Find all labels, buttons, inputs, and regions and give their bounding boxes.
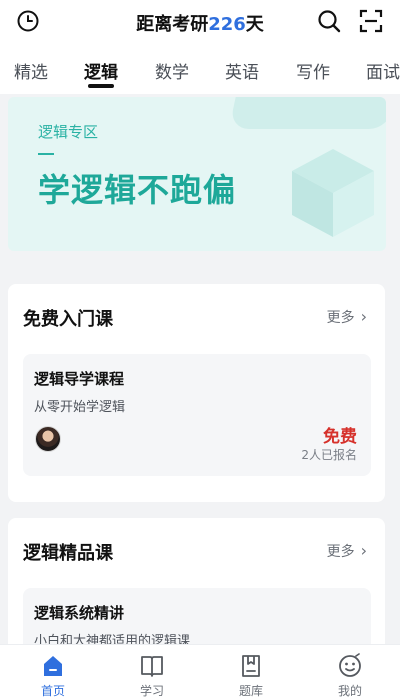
tab-math[interactable]: 数学: [155, 58, 189, 83]
teacher-avatar: [35, 426, 61, 452]
more-label: 更多: [326, 310, 355, 326]
scan-icon[interactable]: [358, 8, 384, 34]
nav-study[interactable]: 学习: [122, 645, 182, 700]
tab-writing[interactable]: 写作: [296, 58, 330, 83]
subject-tabs: 精选 逻辑 数学 英语 写作 面试: [0, 44, 400, 94]
countdown-days: 226: [208, 14, 246, 35]
active-tab-indicator: [88, 84, 114, 88]
section-title: 免费入门课: [23, 309, 113, 330]
banner-divider: [38, 153, 54, 155]
countdown-prefix: 距离考研: [136, 14, 209, 35]
question-bank-icon: [242, 655, 260, 677]
course-title: 逻辑导学课程: [34, 370, 125, 388]
course-title: 逻辑系统精讲: [34, 604, 125, 622]
tab-english[interactable]: 英语: [225, 58, 259, 83]
free-courses-section: 免费入门课 更多 › 逻辑导学课程 从零开始学逻辑 免费 2人已报名: [8, 284, 385, 502]
nav-question-bank[interactable]: 题库: [221, 645, 281, 700]
nav-profile[interactable]: 我的: [320, 645, 380, 700]
top-bar: 距离考研226天: [0, 0, 400, 44]
course-price: 免费: [323, 427, 357, 447]
banner-decoration: [228, 97, 386, 129]
more-link[interactable]: 更多 ›: [327, 307, 367, 327]
banner-subtitle: 逻辑专区: [38, 123, 99, 141]
nav-label: 我的: [337, 684, 362, 698]
nav-home[interactable]: 首页: [23, 645, 83, 700]
bottom-navigation: 首页 学习 题库 我的: [0, 644, 400, 700]
enrollment-count: 2人已报名: [301, 448, 357, 462]
course-subtitle: 从零开始学逻辑: [34, 400, 126, 415]
chevron-right-icon: ›: [360, 541, 367, 560]
search-icon[interactable]: [316, 8, 342, 34]
tab-logic[interactable]: 逻辑: [84, 58, 118, 83]
tab-interview[interactable]: 面试: [366, 58, 400, 83]
chevron-right-icon: ›: [360, 307, 367, 326]
cube-illustration-icon: [292, 149, 374, 237]
nav-label: 题库: [238, 684, 263, 698]
course-card[interactable]: 逻辑导学课程 从零开始学逻辑 免费 2人已报名: [23, 354, 371, 476]
nav-label: 首页: [40, 684, 65, 698]
profile-icon: [339, 653, 361, 677]
book-icon: [141, 656, 163, 677]
logic-banner[interactable]: 逻辑专区 学逻辑不跑偏: [8, 97, 386, 251]
countdown-suffix: 天: [245, 14, 264, 35]
tab-featured[interactable]: 精选: [14, 58, 48, 83]
home-icon: [44, 656, 62, 676]
more-link[interactable]: 更多 ›: [327, 541, 367, 561]
banner-headline: 学逻辑不跑偏: [38, 171, 237, 209]
section-title: 逻辑精品课: [23, 543, 113, 564]
more-label: 更多: [326, 544, 355, 560]
nav-label: 学习: [139, 684, 164, 698]
